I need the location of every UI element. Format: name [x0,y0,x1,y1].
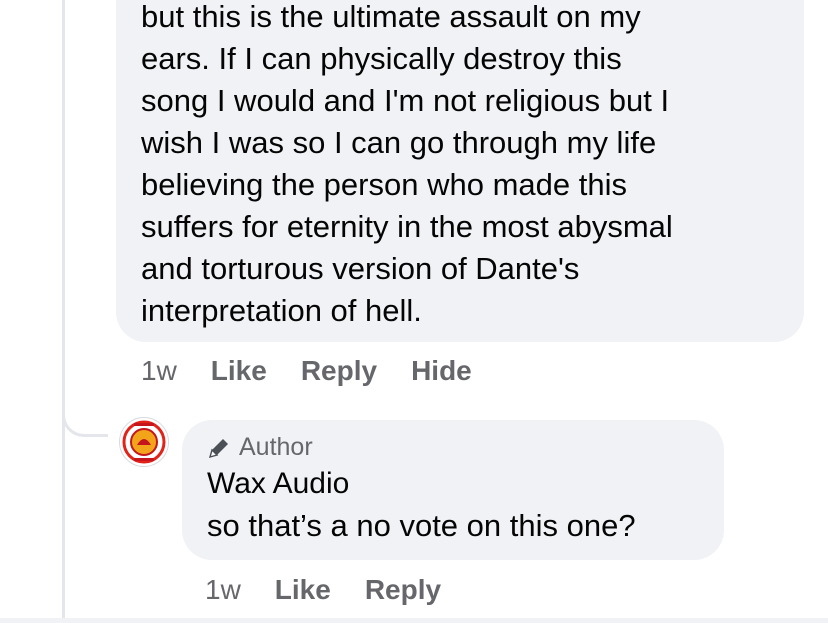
reply-timestamp[interactable]: 1w [205,574,241,606]
reply-text: so that’s a no vote on this one? [207,508,636,543]
like-button[interactable]: Like [211,355,267,387]
avatar[interactable] [119,417,169,467]
comment-text-line: suffers for eternity in the most abysmal [141,209,673,244]
comment-text-line: and torturous version of Dante's [141,251,580,286]
reply-actions: 1w Like Reply [205,574,475,606]
author-name[interactable]: Wax Audio [207,467,349,501]
wax-audio-logo-icon [122,420,166,464]
comment-text-line: interpretation of hell. [141,293,422,328]
author-badge-label: Author [239,433,313,461]
divider [0,618,828,623]
comment-actions: 1w Like Reply Hide [141,355,506,387]
like-button[interactable]: Like [275,574,331,606]
reply-button[interactable]: Reply [301,355,377,387]
comment-text-line: wish I was so I can go through my life [141,125,657,160]
thread-connector [62,395,108,437]
comment-text-line: song I would and I'm not religious but I [141,83,670,118]
hide-button[interactable]: Hide [411,355,472,387]
comment-text: but this is the ultimate assault on my ea… [141,0,791,332]
pencil-icon [208,438,228,458]
comment-text-line: but this is the ultimate assault on my [141,0,641,34]
comment-timestamp[interactable]: 1w [141,355,177,387]
reply-button[interactable]: Reply [365,574,441,606]
thread-line [62,0,65,623]
comment-text-line: believing the person who made this [141,167,627,202]
author-badge: Author [207,433,313,462]
comment-text-line: ears. If I can physically destroy this [141,41,622,76]
